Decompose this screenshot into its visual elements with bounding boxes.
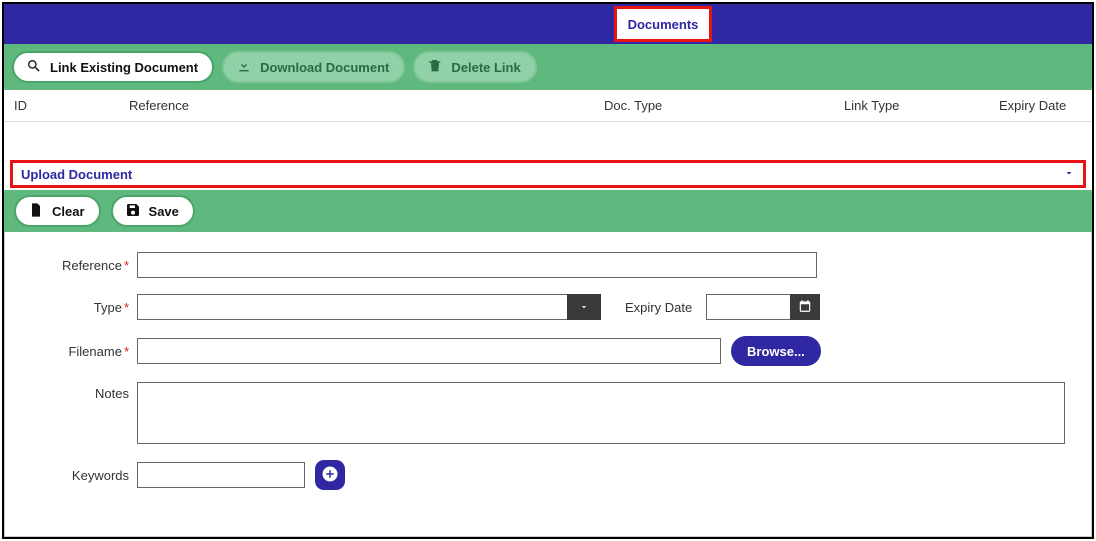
clear-button[interactable]: Clear [14, 195, 101, 227]
save-button[interactable]: Save [111, 195, 195, 227]
label-reference: Reference* [21, 258, 137, 273]
calendar-icon [798, 299, 812, 316]
column-link-type: Link Type [834, 98, 989, 113]
trash-icon [427, 58, 443, 77]
tab-documents[interactable]: Documents [614, 6, 712, 42]
button-label: Delete Link [451, 60, 520, 75]
documents-table-empty [4, 122, 1092, 160]
button-label: Save [149, 204, 179, 219]
column-id: ID [4, 98, 119, 113]
file-icon [28, 202, 44, 221]
label-type: Type* [21, 300, 137, 315]
type-select[interactable] [137, 294, 567, 320]
filename-input[interactable] [137, 338, 721, 364]
section-title: Upload Document [21, 167, 132, 182]
search-icon [26, 58, 42, 77]
download-document-button[interactable]: Download Document [222, 51, 405, 83]
notes-textarea[interactable] [137, 382, 1065, 444]
documents-table-header: ID Reference Doc. Type Link Type Expiry … [4, 90, 1092, 122]
link-existing-document-button[interactable]: Link Existing Document [12, 51, 214, 83]
expiry-date-picker-button[interactable] [790, 294, 820, 320]
download-icon [236, 58, 252, 77]
button-label: Clear [52, 204, 85, 219]
label-keywords: Keywords [21, 468, 137, 483]
label-expiry-date: Expiry Date [625, 300, 692, 315]
keywords-input[interactable] [137, 462, 305, 488]
label-filename: Filename* [21, 344, 137, 359]
plus-circle-icon [321, 465, 339, 486]
upload-document-section-header[interactable]: Upload Document [10, 160, 1086, 188]
delete-link-button[interactable]: Delete Link [413, 51, 536, 83]
add-keyword-button[interactable] [315, 460, 345, 490]
toolbar-upload: Clear Save [4, 190, 1092, 232]
label-notes: Notes [21, 382, 137, 401]
button-label: Link Existing Document [50, 60, 198, 75]
column-doc-type: Doc. Type [594, 98, 834, 113]
button-label: Download Document [260, 60, 389, 75]
toolbar-documents: Link Existing Document Download Document… [4, 44, 1092, 90]
upload-document-form: Reference* Type* Expiry Date [4, 232, 1092, 537]
browse-button[interactable]: Browse... [731, 336, 821, 366]
reference-input[interactable] [137, 252, 817, 278]
caret-down-icon [1063, 167, 1075, 182]
header-bar: Documents [4, 4, 1092, 44]
type-select-caret[interactable] [567, 294, 601, 320]
column-expiry-date: Expiry Date [989, 98, 1089, 113]
expiry-date-input[interactable] [706, 294, 790, 320]
column-reference: Reference [119, 98, 594, 113]
save-icon [125, 202, 141, 221]
